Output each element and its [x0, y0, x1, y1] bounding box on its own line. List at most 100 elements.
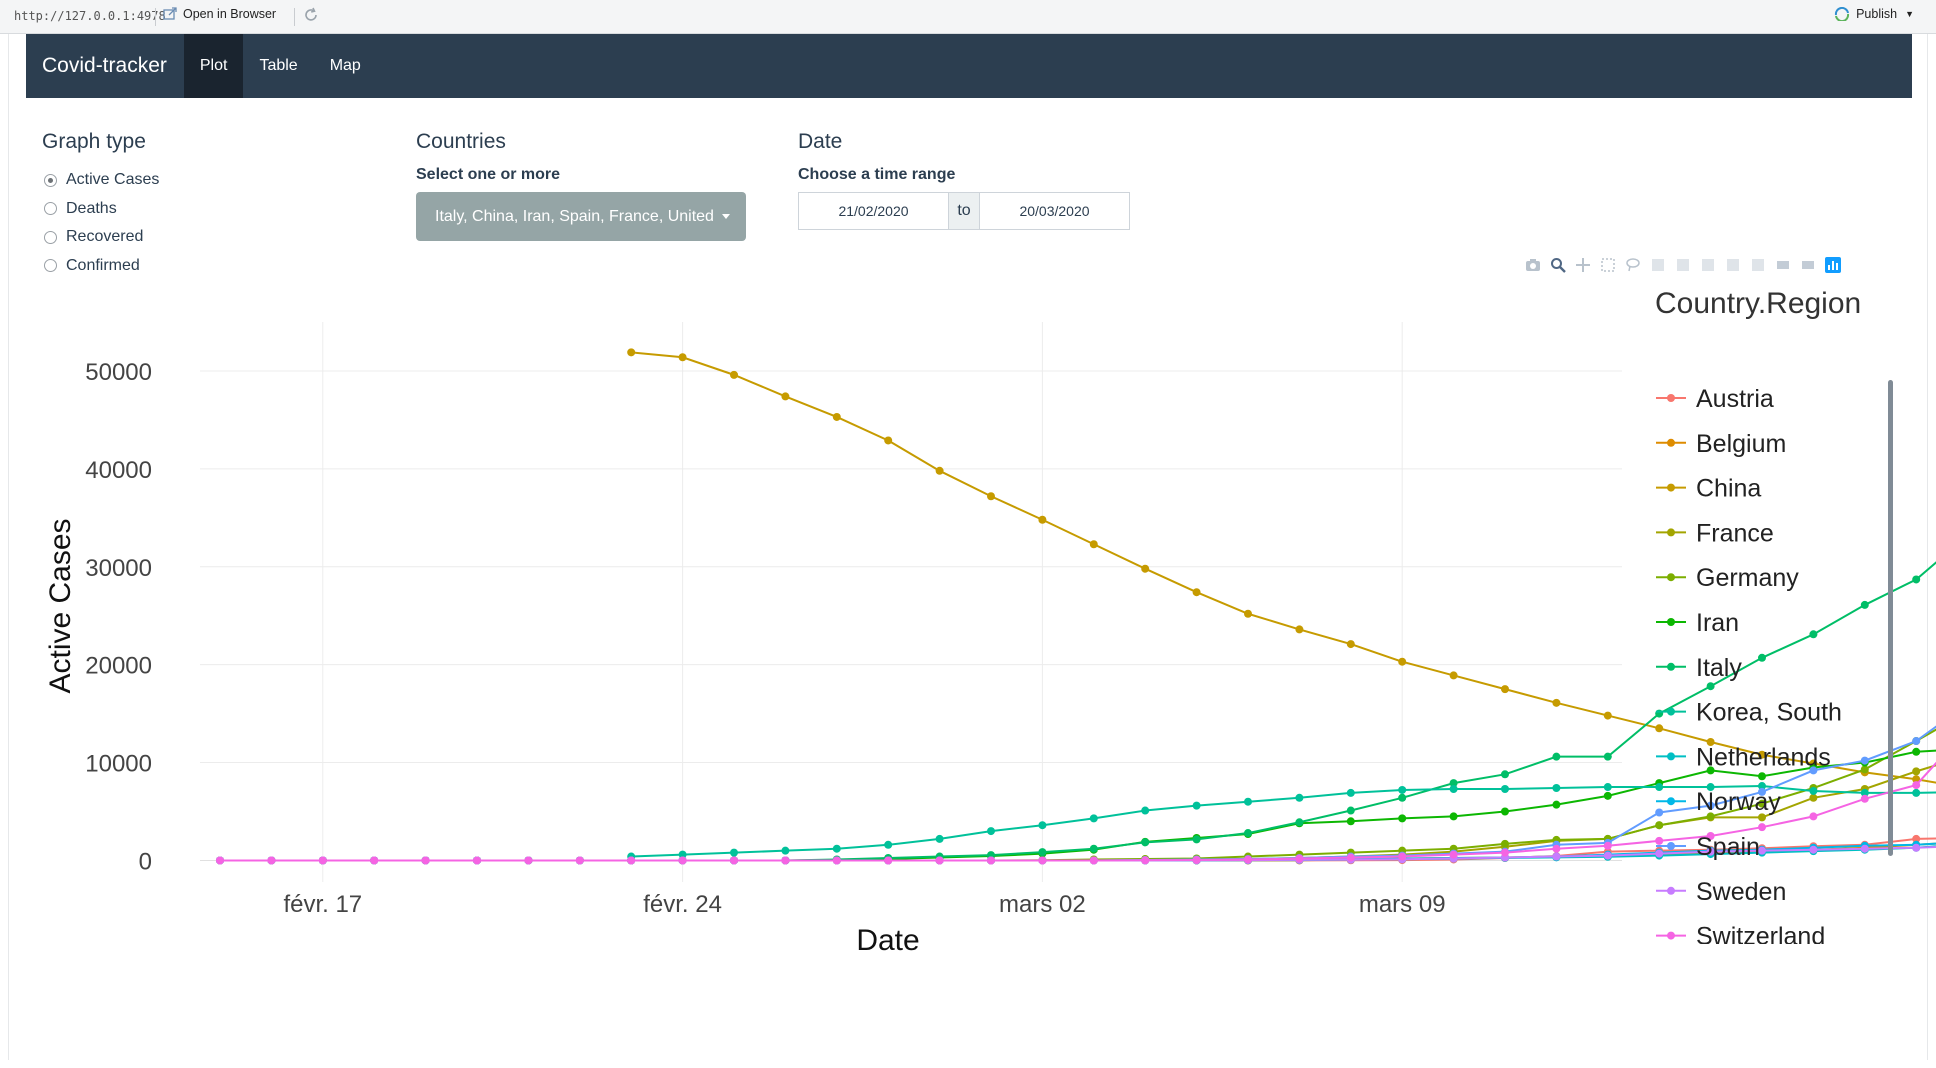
data-point[interactable]: [1398, 814, 1407, 823]
data-point[interactable]: [1192, 588, 1201, 597]
data-point[interactable]: [1398, 793, 1407, 802]
data-point[interactable]: [1809, 786, 1818, 795]
zoom-icon[interactable]: [1549, 256, 1567, 274]
data-point[interactable]: [884, 856, 893, 865]
legend-scrollbar[interactable]: [1888, 380, 1893, 856]
data-point[interactable]: [884, 436, 893, 445]
data-point[interactable]: [575, 856, 584, 865]
data-point[interactable]: [1501, 770, 1509, 779]
data-point[interactable]: [1501, 848, 1509, 857]
data-point[interactable]: [1398, 852, 1407, 861]
reset-axes-icon[interactable]: [1724, 256, 1742, 274]
data-point[interactable]: [1655, 808, 1664, 817]
data-point[interactable]: [1552, 752, 1561, 761]
data-point[interactable]: [1038, 821, 1047, 830]
data-point[interactable]: [1244, 829, 1252, 838]
legend-item[interactable]: Sweden: [1656, 878, 1786, 906]
legend-item[interactable]: Spain: [1656, 833, 1760, 861]
data-point[interactable]: [987, 492, 995, 501]
data-point[interactable]: [1449, 850, 1458, 859]
data-point[interactable]: [1603, 783, 1612, 792]
data-point[interactable]: [1449, 784, 1458, 793]
data-point[interactable]: [1603, 791, 1612, 800]
data-point[interactable]: [1398, 785, 1407, 794]
data-point[interactable]: [832, 856, 841, 865]
data-point[interactable]: [1038, 515, 1047, 524]
data-point[interactable]: [1398, 657, 1407, 666]
data-point[interactable]: [1758, 823, 1766, 832]
data-point[interactable]: [1655, 821, 1664, 830]
data-point[interactable]: [627, 856, 636, 865]
data-point[interactable]: [1346, 817, 1355, 826]
data-point[interactable]: [1552, 800, 1561, 809]
data-point[interactable]: [730, 856, 738, 865]
data-point[interactable]: [1192, 801, 1201, 810]
data-point[interactable]: [1038, 848, 1047, 857]
data-point[interactable]: [1655, 849, 1664, 858]
legend-item[interactable]: France: [1656, 519, 1774, 547]
data-point[interactable]: [884, 840, 893, 849]
data-point[interactable]: [1295, 818, 1304, 827]
data-point[interactable]: [1552, 698, 1561, 707]
data-point[interactable]: [1758, 653, 1766, 662]
zoom-out-icon[interactable]: [1674, 256, 1692, 274]
data-point[interactable]: [1655, 836, 1664, 845]
data-point[interactable]: [987, 827, 995, 836]
legend-item[interactable]: Belgium: [1656, 430, 1786, 458]
data-point[interactable]: [1809, 845, 1818, 854]
data-point[interactable]: [1912, 781, 1921, 790]
data-point[interactable]: [1912, 767, 1921, 776]
data-point[interactable]: [1089, 540, 1098, 549]
data-point[interactable]: [1758, 772, 1766, 781]
data-point[interactable]: [1501, 784, 1509, 793]
data-point[interactable]: [1912, 747, 1921, 756]
data-point[interactable]: [1141, 856, 1150, 865]
data-point[interactable]: [1141, 564, 1150, 573]
data-point[interactable]: [1655, 783, 1664, 792]
data-point[interactable]: [1655, 724, 1664, 733]
data-point[interactable]: [1295, 854, 1304, 863]
data-point[interactable]: [1552, 784, 1561, 793]
data-point[interactable]: [216, 856, 224, 865]
data-point[interactable]: [318, 856, 327, 865]
data-point[interactable]: [730, 370, 738, 379]
hover-compare-icon[interactable]: [1799, 256, 1817, 274]
data-point[interactable]: [987, 856, 995, 865]
data-point[interactable]: [524, 856, 533, 865]
data-point[interactable]: [1244, 855, 1252, 864]
data-point[interactable]: [1501, 807, 1509, 816]
legend-item[interactable]: Germany: [1656, 564, 1799, 592]
data-point[interactable]: [1912, 737, 1921, 746]
data-point[interactable]: [1809, 793, 1818, 802]
data-point[interactable]: [678, 856, 687, 865]
pan-icon[interactable]: [1574, 256, 1592, 274]
data-point[interactable]: [1603, 752, 1612, 761]
data-point[interactable]: [678, 353, 687, 362]
data-point[interactable]: [1860, 765, 1869, 774]
series-france[interactable]: [216, 752, 1936, 865]
data-point[interactable]: [1141, 838, 1150, 847]
legend-item[interactable]: Iran: [1656, 609, 1739, 637]
series-italy[interactable]: [318, 531, 1936, 865]
data-point[interactable]: [1244, 609, 1252, 618]
data-point[interactable]: [1809, 630, 1818, 639]
data-point[interactable]: [730, 848, 738, 857]
data-point[interactable]: [1860, 756, 1869, 765]
zoom-in-icon[interactable]: [1649, 256, 1667, 274]
data-point[interactable]: [1192, 835, 1201, 844]
data-point[interactable]: [1346, 640, 1355, 649]
spike-lines-icon[interactable]: [1749, 256, 1767, 274]
data-point[interactable]: [1552, 852, 1561, 861]
data-point[interactable]: [1912, 575, 1921, 584]
data-point[interactable]: [1603, 841, 1612, 850]
lasso-icon[interactable]: [1624, 256, 1642, 274]
data-point[interactable]: [267, 856, 276, 865]
data-point[interactable]: [935, 466, 944, 475]
data-point[interactable]: [1295, 625, 1304, 634]
legend-item[interactable]: Netherlands: [1656, 743, 1831, 771]
plotly-logo-icon[interactable]: [1824, 256, 1842, 274]
camera-icon[interactable]: [1524, 256, 1542, 274]
data-point[interactable]: [1860, 844, 1869, 853]
data-point[interactable]: [935, 856, 944, 865]
data-point[interactable]: [1860, 600, 1869, 609]
